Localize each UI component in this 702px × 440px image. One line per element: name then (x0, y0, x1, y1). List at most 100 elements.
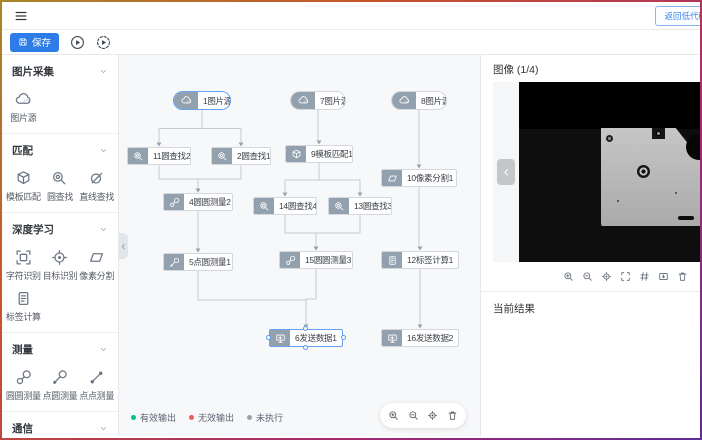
flow-node-9模板匹配1[interactable]: 9模板匹配1 (285, 145, 353, 163)
label-calc-icon (15, 290, 32, 307)
sidebar-group: 匹配模板匹配圆查找直线查找 (2, 134, 118, 213)
node-label: 1图片源1 (198, 95, 230, 107)
flow-node-8图片源3[interactable]: 8图片源3 (391, 91, 447, 110)
sidebar-item-目标识别[interactable]: 目标识别 (42, 249, 79, 282)
char-recognition-icon (15, 249, 32, 266)
zoom-in-icon[interactable] (388, 410, 399, 421)
flow-node-10像素分割1[interactable]: 10像素分割1 (381, 169, 457, 187)
sidebar-item-label: 圆圆测量 (6, 389, 41, 402)
connection-handle[interactable] (341, 335, 346, 340)
flow-node-12标签计算1[interactable]: 12标签计算1 (381, 251, 459, 269)
trash-icon[interactable] (447, 410, 458, 421)
sidebar-item-像素分割[interactable]: 像素分割 (78, 249, 115, 282)
sidebar-item-模板匹配[interactable]: 模板匹配 (5, 170, 42, 203)
connection-handle[interactable] (303, 326, 308, 331)
flow-node-5点圆测量1[interactable]: 5点圆测量1 (163, 253, 233, 271)
chevron-down-icon (99, 345, 108, 354)
sidebar-group-header[interactable]: 匹配 (2, 140, 118, 161)
target-recognition-icon (51, 249, 68, 266)
measure-point-point-icon (88, 369, 105, 386)
plate-slot (678, 216, 694, 220)
flow-node-11圆查找2[interactable]: 11圆查找2 (127, 147, 191, 165)
measure-circle-circle-icon (280, 252, 300, 268)
image-nav-strip (493, 82, 519, 262)
circle-find-icon (212, 148, 232, 164)
save-icon (18, 37, 28, 47)
sidebar-item-图片源[interactable]: 图片源 (5, 91, 42, 124)
sidebar-item-点点测量[interactable]: 点点测量 (78, 369, 115, 402)
sidebar-item-label: 像素分割 (79, 269, 114, 282)
line-find-icon (88, 170, 105, 187)
sidebar-item-label: 图片源 (10, 111, 36, 124)
node-label: 2圆查找1 (232, 150, 270, 162)
legend-dot (247, 415, 252, 420)
flow-node-13圆查找3[interactable]: 13圆查找3 (328, 197, 392, 215)
sidebar-group: 深度学习字符识别目标识别像素分割标签计算 (2, 213, 118, 333)
canvas-zoom-toolbar (380, 403, 466, 428)
sidebar-item-直线查找[interactable]: 直线查找 (78, 170, 115, 203)
connection-handle[interactable] (266, 335, 271, 340)
zoom-out-icon[interactable] (408, 410, 419, 421)
fullscreen-icon[interactable] (620, 271, 631, 282)
legend-label: 未执行 (256, 411, 283, 424)
measure-point-circle-icon (51, 369, 68, 386)
sidebar-item-标签计算[interactable]: 标签计算 (5, 290, 42, 323)
center-ring (637, 165, 650, 178)
legend-dot (131, 415, 136, 420)
inspection-image[interactable] (519, 82, 700, 262)
sidebar-item-label: 点圆测量 (43, 389, 78, 402)
sidebar-item-圆圆测量[interactable]: 圆圆测量 (5, 369, 42, 402)
sidebar-group-items: 图片源 (2, 82, 118, 124)
flow-node-6发送数据1[interactable]: 6发送数据1 (269, 329, 343, 347)
locate-icon[interactable] (601, 271, 612, 282)
sidebar-group-header[interactable]: 测量 (2, 339, 118, 360)
connection-handle[interactable] (303, 345, 308, 350)
grid-icon[interactable] (639, 271, 650, 282)
locate-icon[interactable] (427, 410, 438, 421)
sidebar-item-圆查找[interactable]: 圆查找 (42, 170, 79, 203)
node-label: 6发送数据1 (290, 332, 342, 344)
trash-icon[interactable] (677, 271, 688, 282)
circle-find-icon (128, 148, 148, 164)
sidebar-group: 图片采集图片源 (2, 55, 118, 134)
hamburger-menu-icon[interactable] (14, 9, 28, 23)
zoom-in-icon[interactable] (563, 271, 574, 282)
node-label: 12标签计算1 (402, 254, 458, 266)
image-source-icon (15, 91, 32, 108)
save-button[interactable]: 保存 (10, 33, 59, 52)
flow-node-14圆查找4[interactable]: 14圆查找4 (253, 197, 317, 215)
screenshot-frame: 返回低代码 保存 图片采集图片源匹配模板匹配圆查找直线查找深度学习字符识别目标识… (0, 0, 702, 440)
flow-canvas[interactable]: 1图片源1 7图片源2 8图片源3 11圆查找2 2圆查找1 9模板匹配1 10像素分割1 4… (119, 55, 480, 436)
flow-node-1图片源1[interactable]: 1图片源1 (173, 91, 231, 110)
zoom-out-icon[interactable] (582, 271, 593, 282)
chevron-down-icon (99, 146, 108, 155)
sidebar-item-label: 目标识别 (43, 269, 78, 282)
sidebar-group-header[interactable]: 通信 (2, 418, 118, 436)
flow-node-4圆圆测量2[interactable]: 4圆圆测量2 (163, 193, 233, 211)
run-icon[interactable] (70, 35, 85, 50)
flow-node-2圆查找1[interactable]: 2圆查找1 (211, 147, 271, 165)
measure-point-circle-icon (164, 254, 184, 270)
node-label: 10像素分割1 (402, 172, 456, 184)
sidebar-collapse-handle[interactable] (119, 233, 128, 259)
image-toolbar (481, 262, 700, 292)
sidebar-item-字符识别[interactable]: 字符识别 (5, 249, 42, 282)
flow-node-7图片源2[interactable]: 7图片源2 (290, 91, 346, 110)
sidebar-group: 测量圆圆测量点圆测量点点测量 (2, 333, 118, 412)
sidebar-group-header[interactable]: 深度学习 (2, 219, 118, 240)
run-continuous-icon[interactable] (96, 35, 111, 50)
top-header: 返回低代码 (2, 2, 700, 30)
back-to-lowcode-button[interactable]: 返回低代码 (655, 6, 700, 26)
node-label: 5点圆测量1 (184, 256, 232, 268)
sidebar-group-header[interactable]: 图片采集 (2, 61, 118, 82)
sidebar-item-点圆测量[interactable]: 点圆测量 (42, 369, 79, 402)
sidebar-group-items: 模板匹配圆查找直线查找 (2, 161, 118, 203)
flow-node-15圆圆测量3[interactable]: 15圆圆测量3 (279, 251, 353, 269)
prev-image-button[interactable] (497, 159, 515, 185)
sidebar-item-label: 模板匹配 (6, 190, 41, 203)
result-panel-title: 当前结果 (481, 292, 700, 320)
flow-node-16发送数据2[interactable]: 16发送数据2 (381, 329, 459, 347)
save-image-icon[interactable] (658, 271, 669, 282)
legend-item-未执行: 未执行 (247, 411, 283, 424)
legend-dot (189, 415, 194, 420)
